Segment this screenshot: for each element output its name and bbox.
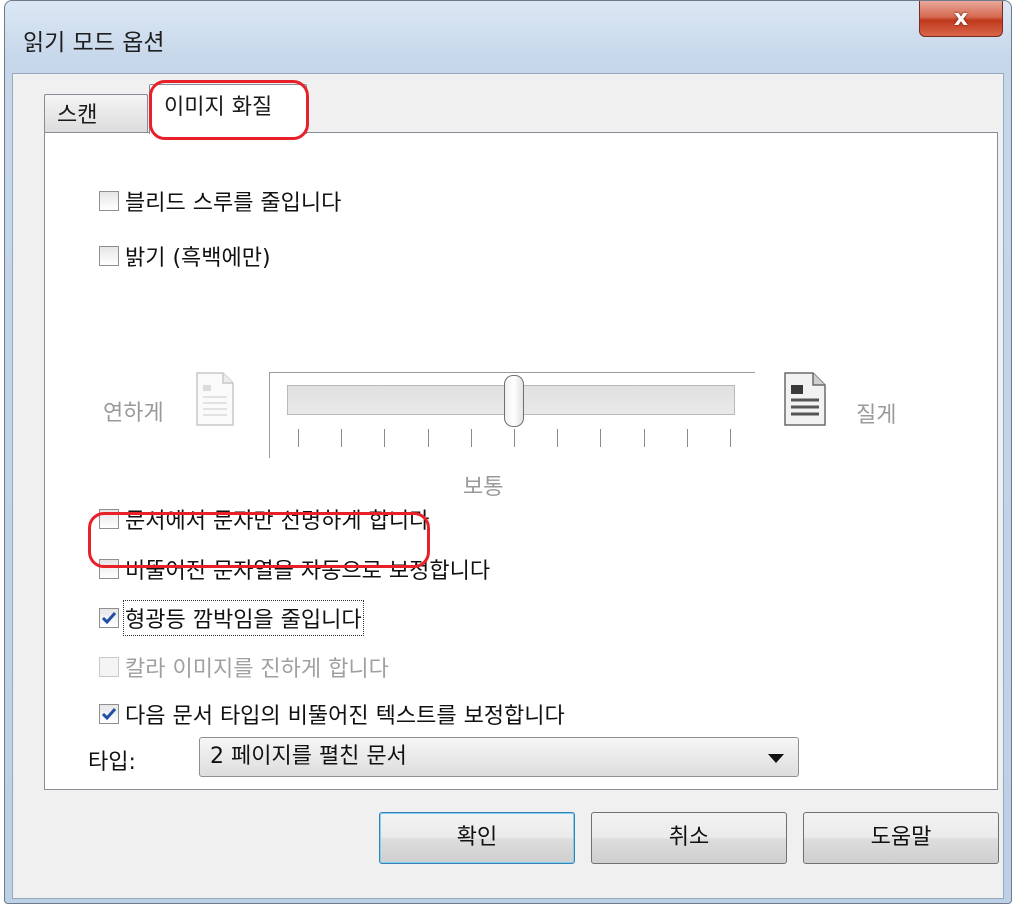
option-correct-skewed-text-by-type[interactable]: 다음 문서 타입의 비뚤어진 텍스트를 보정합니다 <box>99 698 565 730</box>
type-dropdown-value: 2 페이지를 펼친 문서 <box>210 744 407 769</box>
option-intensify-color: 칼라 이미지를 진하게 합니다 <box>99 651 389 683</box>
tab-scan[interactable]: 스캔 <box>44 94 148 132</box>
document-light-icon <box>196 372 234 426</box>
option-label: 문서에서 문자만 선명하게 합니다 <box>125 509 430 534</box>
slider-tick <box>384 429 385 447</box>
checkbox-checked[interactable] <box>99 608 119 628</box>
dialog-window: 읽기 모드 옵션 x 스캔 이미지 화질 블리드 스루를 줄입니다 밝기 (흑백… <box>4 0 1012 904</box>
type-dropdown[interactable]: 2 페이지를 펼친 문서 <box>199 737 799 777</box>
checkmark-icon <box>101 612 117 625</box>
slider-label-normal: 보통 <box>463 475 504 500</box>
title-bar: 읽기 모드 옵션 x <box>5 1 1011 73</box>
checkbox-checked[interactable] <box>99 704 119 724</box>
chevron-down-icon[interactable] <box>768 754 784 763</box>
window-title: 읽기 모드 옵션 <box>23 30 165 56</box>
slider-label-lighter: 연하게 <box>103 401 164 426</box>
option-brightness[interactable]: 밝기 (흑백에만) <box>99 240 271 272</box>
slider-tick <box>298 429 299 447</box>
option-label: 비뚤어진 문자열을 자동으로 보정합니다 <box>125 559 491 584</box>
ok-button[interactable]: 확인 <box>379 812 575 864</box>
option-label: 다음 문서 타입의 비뚤어진 텍스트를 보정합니다 <box>125 704 565 729</box>
slider-tick <box>471 429 472 447</box>
document-dark-icon <box>784 372 826 426</box>
slider-label-darker: 질게 <box>856 403 897 428</box>
checkbox[interactable] <box>99 509 119 529</box>
slider-tick <box>730 429 731 447</box>
slider-tick <box>341 429 342 447</box>
checkbox[interactable] <box>99 559 119 579</box>
slider-tick <box>644 429 645 447</box>
dialog-client-area: 스캔 이미지 화질 블리드 스루를 줄입니다 밝기 (흑백에만) 연하게 질게 … <box>12 73 1004 899</box>
slider-tick <box>557 429 558 447</box>
slider-tick <box>600 429 601 447</box>
checkbox[interactable] <box>99 246 119 266</box>
checkmark-icon <box>101 708 117 721</box>
close-icon: x <box>953 6 969 31</box>
option-label: 밝기 (흑백에만) <box>125 246 271 271</box>
brightness-slider-thumb[interactable] <box>504 375 524 427</box>
option-label: 형광등 깜박임을 줄입니다 <box>123 600 364 636</box>
checkbox[interactable] <box>99 191 119 211</box>
tab-image-quality[interactable]: 이미지 화질 <box>149 84 307 134</box>
cancel-button[interactable]: 취소 <box>591 812 787 864</box>
option-auto-deskew-text[interactable]: 비뚤어진 문자열을 자동으로 보정합니다 <box>99 553 490 585</box>
help-button[interactable]: 도움말 <box>803 812 999 864</box>
type-label: 타입: <box>88 750 136 775</box>
tab-panel: 블리드 스루를 줄입니다 밝기 (흑백에만) 연하게 질게 보통 문서에서 문자… <box>44 132 998 790</box>
option-label: 블리드 스루를 줄입니다 <box>125 191 342 216</box>
slider-tick <box>428 429 429 447</box>
option-reduce-flicker[interactable]: 형광등 깜박임을 줄입니다 <box>99 600 364 636</box>
slider-tick <box>514 429 515 447</box>
close-button[interactable]: x <box>919 1 1003 37</box>
checkbox-disabled <box>99 657 119 677</box>
option-label: 칼라 이미지를 진하게 합니다 <box>125 657 389 682</box>
option-reduce-bleed-through[interactable]: 블리드 스루를 줄입니다 <box>99 185 341 217</box>
slider-tick <box>687 429 688 447</box>
option-sharpen-text[interactable]: 문서에서 문자만 선명하게 합니다 <box>99 503 429 535</box>
